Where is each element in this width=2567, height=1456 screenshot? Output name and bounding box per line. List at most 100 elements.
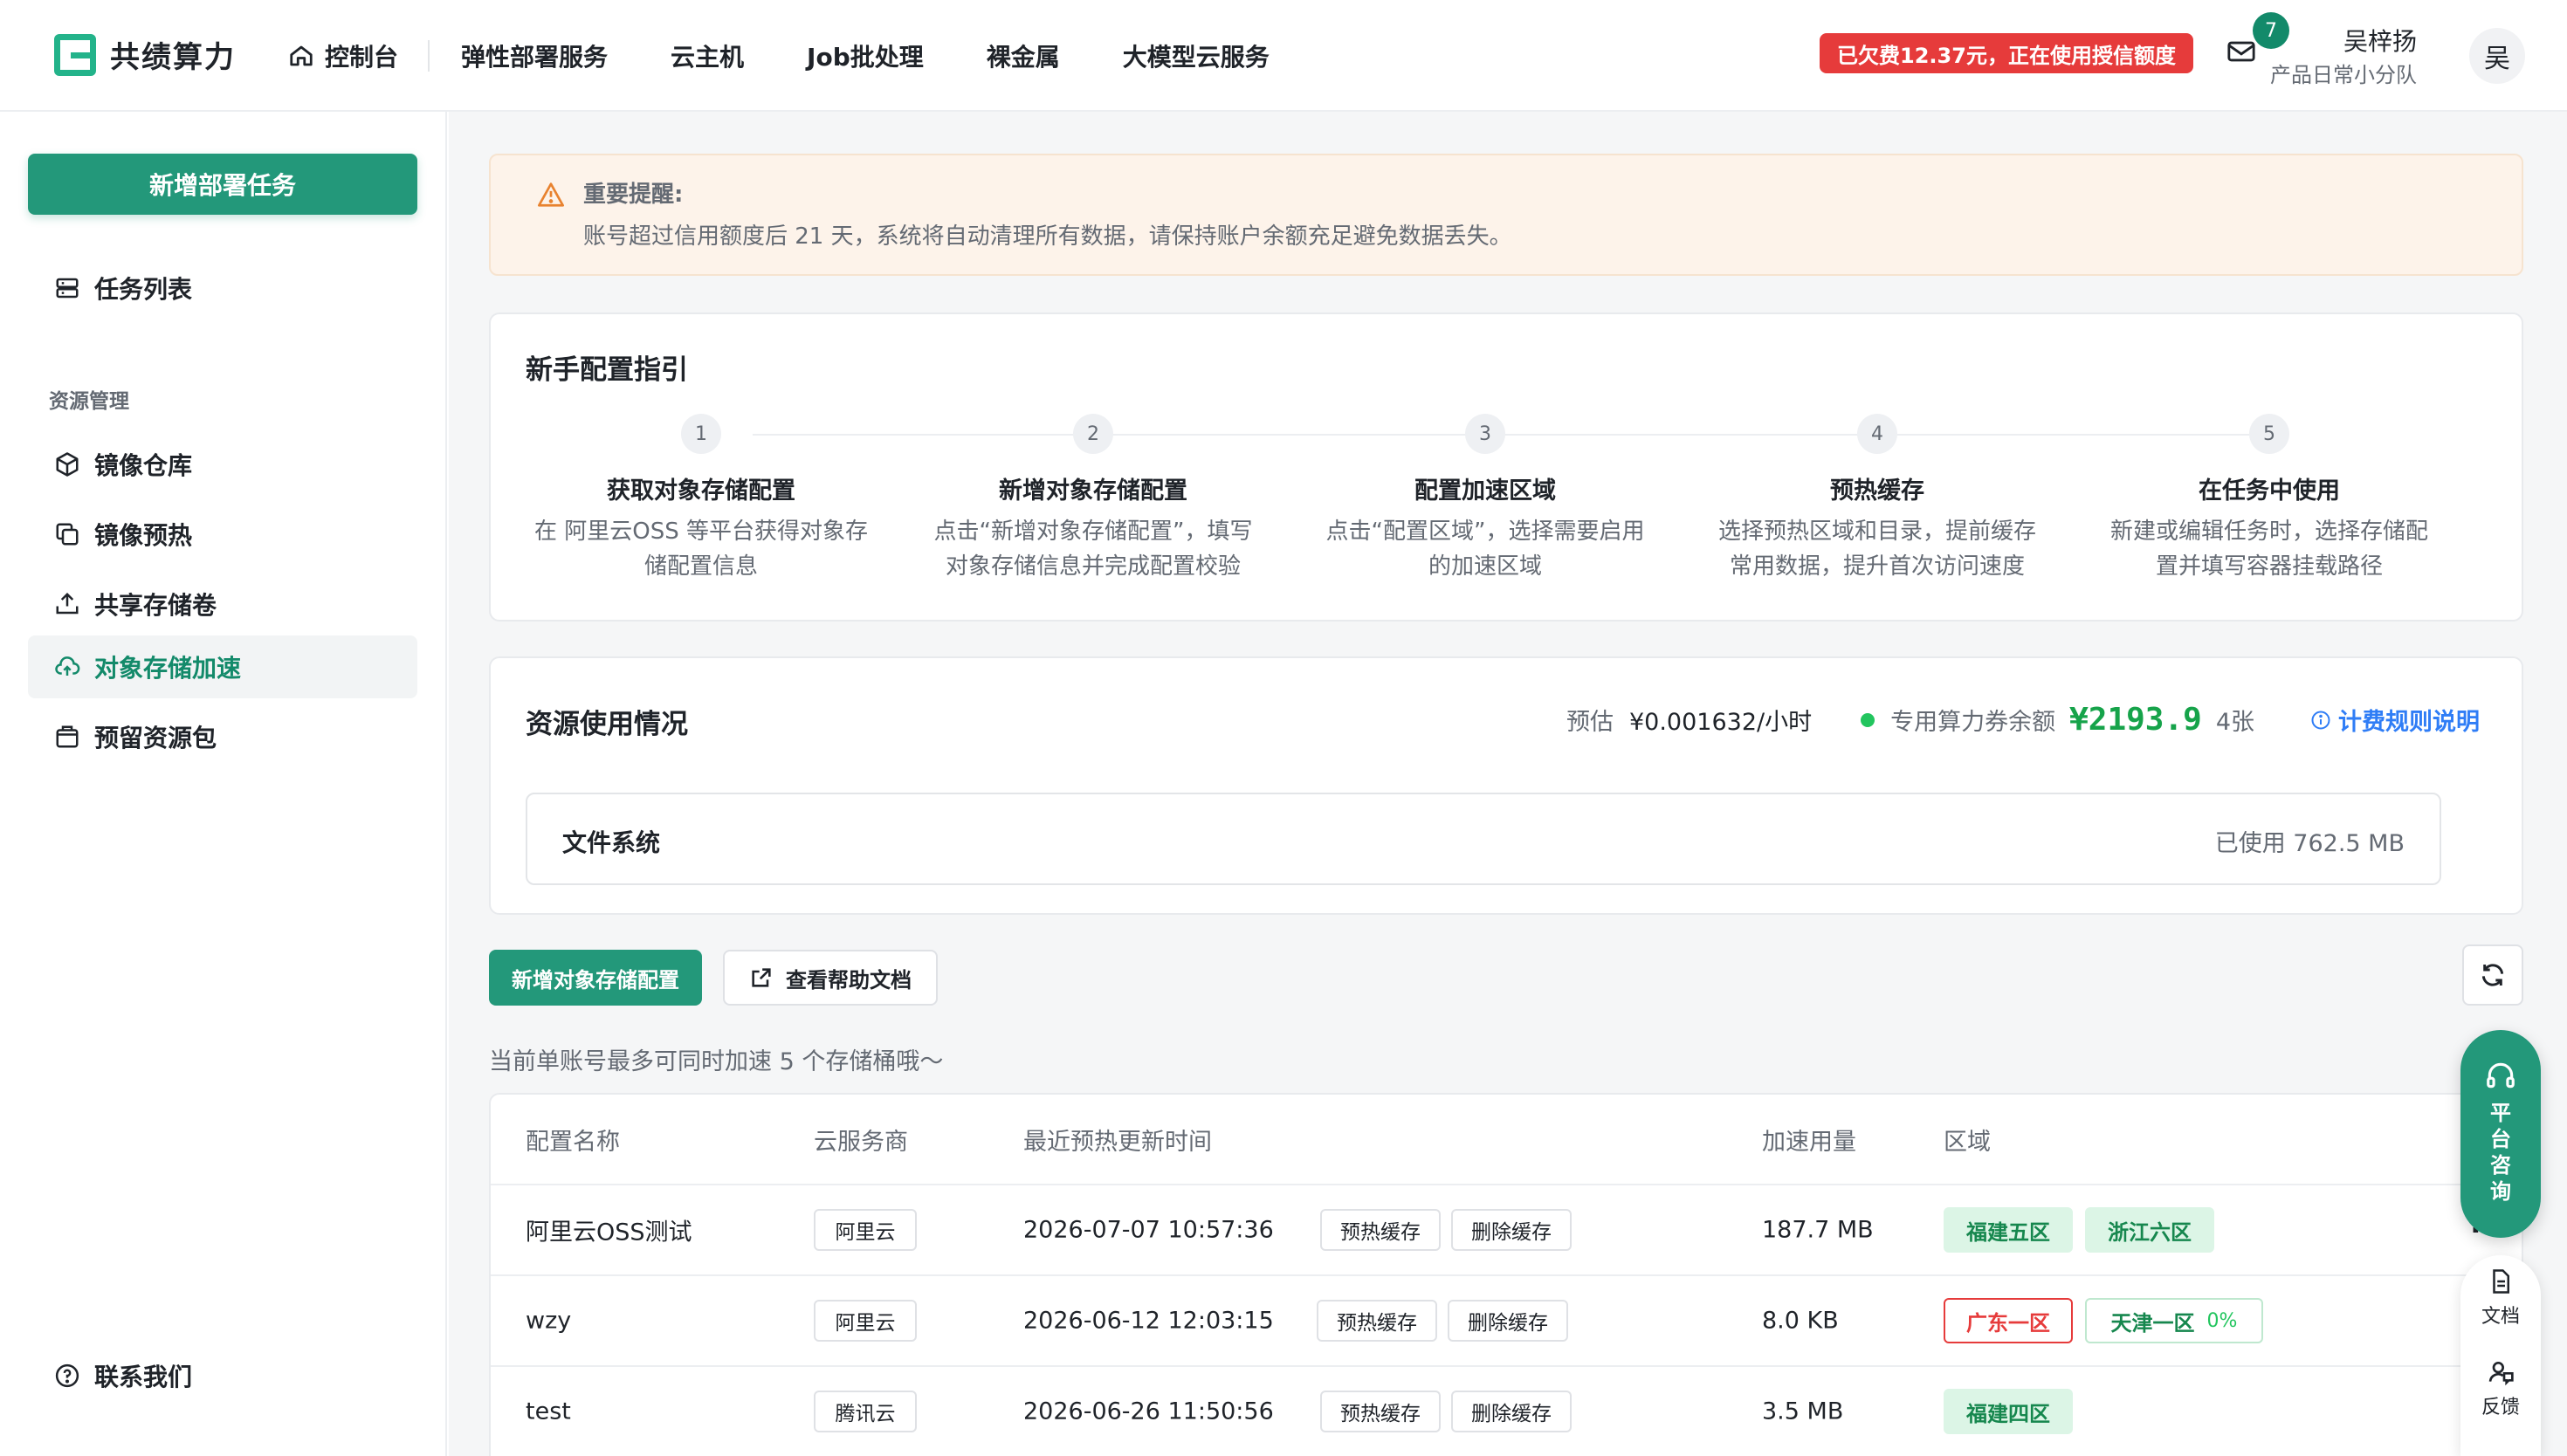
server-list-icon — [56, 278, 79, 299]
sidebar-item-oss-accel[interactable]: 对象存储加速 — [28, 635, 417, 698]
new-deploy-task-button[interactable]: 新增部署任务 — [28, 154, 417, 215]
provider-tag: 阿里云 — [814, 1209, 917, 1251]
main-content: 重要提醒: 账号超过信用额度后 21 天，系统将自动清理所有数据，请保持账户余额… — [449, 112, 2567, 1456]
warm-cache-button[interactable]: 预热缓存 — [1320, 1391, 1441, 1432]
column-header: 加速用量 — [1762, 1129, 1856, 1156]
docs-label: 文档 — [2481, 1306, 2520, 1328]
accel-usage: 187.7 MB — [1762, 1216, 1874, 1244]
feedback-label: 反馈 — [2481, 1397, 2520, 1418]
cube-icon — [56, 452, 79, 477]
consult-label: 平 台 咨 询 — [2490, 1101, 2511, 1204]
sidebar-item-contact[interactable]: 联系我们 — [28, 1344, 417, 1407]
file-system-used: 已使用 762.5 MB — [2214, 830, 2405, 857]
step-title: 预热缓存 — [1830, 477, 1924, 505]
sidebar-item-shared-volume[interactable]: 共享存储卷 — [28, 573, 417, 635]
config-name: wzy — [526, 1307, 572, 1335]
region-tag: 广东一区 — [1944, 1298, 2073, 1343]
delete-cache-button[interactable]: 删除缓存 — [1451, 1209, 1572, 1251]
sidebar-item-image-registry[interactable]: 镜像仓库 — [28, 433, 417, 496]
nav-bare-metal[interactable]: 裸金属 — [987, 38, 1060, 73]
add-oss-config-button[interactable]: 新增对象存储配置 — [489, 950, 702, 1006]
docs-button[interactable]: 文档 — [2460, 1267, 2541, 1329]
voucher-count: 4张 — [2215, 709, 2254, 736]
delete-cache-button[interactable]: 删除缓存 — [1448, 1300, 1568, 1342]
floating-tools: 文档 反馈 — [2460, 1255, 2541, 1456]
accel-usage: 3.5 MB — [1762, 1398, 1844, 1425]
warm-cache-button[interactable]: 预热缓存 — [1317, 1300, 1437, 1342]
document-icon — [2493, 1269, 2509, 1294]
column-header: 最近预热更新时间 — [1023, 1129, 1212, 1156]
region-tag: 浙江六区 — [2085, 1207, 2214, 1253]
nav-console[interactable]: 控制台 — [288, 40, 430, 72]
sidebar-item-reserved-pack[interactable]: 预留资源包 — [28, 705, 417, 768]
mail-icon[interactable] — [2226, 38, 2256, 68]
warm-cache-button[interactable]: 预热缓存 — [1320, 1209, 1441, 1251]
feedback-button[interactable]: 反馈 — [2460, 1358, 2541, 1419]
brand-name: 共绩算力 — [110, 40, 236, 75]
step-description: 在 阿里云OSS 等平台获得对象存 储配置信息 — [533, 519, 868, 580]
step-number: 5 — [2249, 414, 2289, 454]
warning-icon — [538, 182, 564, 207]
sidebar-item-label: 共享存储卷 — [94, 591, 217, 620]
info-icon — [2311, 711, 2330, 729]
unread-count-badge: 7 — [2253, 12, 2289, 49]
nav-cloud-host[interactable]: 云主机 — [671, 38, 744, 73]
provider-tag: 阿里云 — [814, 1300, 917, 1342]
step-title: 获取对象存储配置 — [607, 477, 795, 505]
sidebar-item-image-warmup[interactable]: 镜像预热 — [28, 503, 417, 566]
external-link-icon — [752, 968, 771, 987]
sidebar-item-label: 对象存储加速 — [94, 654, 242, 683]
refresh-button[interactable] — [2462, 944, 2523, 1006]
upload-tray-icon — [56, 592, 79, 615]
config-name: test — [526, 1398, 571, 1425]
platform-consult-button[interactable]: 平 台 咨 询 — [2460, 1030, 2541, 1238]
resource-summary: 预估 ¥0.001632/小时 专用算力券余额 ¥2193.9 4张 计费规则说… — [1566, 702, 2480, 738]
home-icon — [290, 45, 313, 66]
feedback-icon — [2488, 1362, 2514, 1386]
help-doc-button[interactable]: 查看帮助文档 — [723, 950, 938, 1006]
step-description: 点击“新增对象存储配置”，填写 对象存储信息并完成配置校验 — [933, 519, 1253, 580]
step-title: 配置加速区域 — [1414, 477, 1556, 505]
step-title: 在任务中使用 — [2199, 477, 2340, 505]
headset-icon — [2487, 1062, 2515, 1089]
beginner-guide-card: 新手配置指引 1 获取对象存储配置 在 阿里云OSS 等平台获得对象存 储配置信息… — [489, 312, 2523, 622]
step-description: 新建或编辑任务时，选择存储配 置并填写容器挂载路径 — [2109, 519, 2428, 580]
cloud-upload-icon — [55, 656, 80, 676]
nav-llm-service[interactable]: 大模型云服务 — [1123, 38, 1270, 73]
estimate-label: 预估 — [1566, 709, 1614, 736]
region-tag: 福建五区 — [1944, 1207, 2073, 1253]
column-header: 区域 — [1944, 1129, 1991, 1156]
copy-icon — [56, 523, 79, 546]
sidebar: 新增部署任务 任务列表 资源管理 镜像仓库 镜像预热 共享存储卷 对象存储加速 … — [0, 112, 447, 1456]
table-row[interactable]: wzy 阿里云 2026-06-12 12:03:15 预热缓存 删除缓存 8.… — [491, 1274, 2522, 1365]
guide-title: 新手配置指引 — [526, 354, 688, 386]
user-team: 产品日常小分队 — [2270, 63, 2417, 87]
notice-title: 重要提醒: — [583, 182, 684, 208]
step-number: 1 — [681, 414, 721, 454]
nav-console-label: 控制台 — [325, 43, 399, 72]
refresh-icon — [2481, 964, 2504, 986]
nav-job-batch[interactable]: Job批处理 — [807, 38, 924, 73]
voucher-label: 专用算力券余额 — [1890, 709, 2056, 736]
table-row[interactable]: test 腾讯云 2026-06-26 11:50:56 预热缓存 删除缓存 3… — [491, 1365, 2522, 1456]
user-name[interactable]: 吴梓扬 — [2343, 23, 2417, 58]
billing-rules-link[interactable]: 计费规则说明 — [2310, 703, 2480, 737]
region-tag: 天津一区 0% — [2085, 1298, 2263, 1343]
main-nav: 控制台 弹性部署服务 云主机 Job批处理 裸金属 大模型云服务 — [288, 0, 1270, 112]
step-description: 点击“配置区域”，选择需要启用 的加速区域 — [1325, 519, 1645, 580]
nav-elastic-deploy[interactable]: 弹性部署服务 — [461, 38, 608, 73]
guide-step: 5 在任务中使用 新建或编辑任务时，选择存储配 置并填写容器挂载路径 — [2073, 414, 2466, 584]
step-title: 新增对象存储配置 — [999, 477, 1187, 505]
guide-step: 3 配置加速区域 点击“配置区域”，选择需要启用 的加速区域 — [1289, 414, 1682, 584]
guide-step: 2 新增对象存储配置 点击“新增对象存储配置”，填写 对象存储信息并完成配置校验 — [897, 414, 1290, 584]
sidebar-item-task-list[interactable]: 任务列表 — [28, 257, 417, 319]
sidebar-group-label: 资源管理 — [49, 390, 129, 413]
important-notice: 重要提醒: 账号超过信用额度后 21 天，系统将自动清理所有数据，请保持账户余额… — [489, 154, 2523, 276]
accel-limit-hint: 当前单账号最多可同时加速 5 个存储桶哦～ — [489, 1048, 944, 1075]
warmup-time: 2026-06-26 11:50:56 — [1023, 1398, 1274, 1425]
brand-logo[interactable]: 共绩算力 — [54, 33, 236, 76]
debt-notice-badge[interactable]: 已欠费12.37元，正在使用授信额度 — [1820, 33, 2193, 73]
avatar[interactable]: 吴 — [2469, 28, 2525, 84]
delete-cache-button[interactable]: 删除缓存 — [1451, 1391, 1572, 1432]
table-row[interactable]: 阿里云OSS测试 阿里云 2026-07-07 10:57:36 预热缓存 删除… — [491, 1184, 2522, 1274]
